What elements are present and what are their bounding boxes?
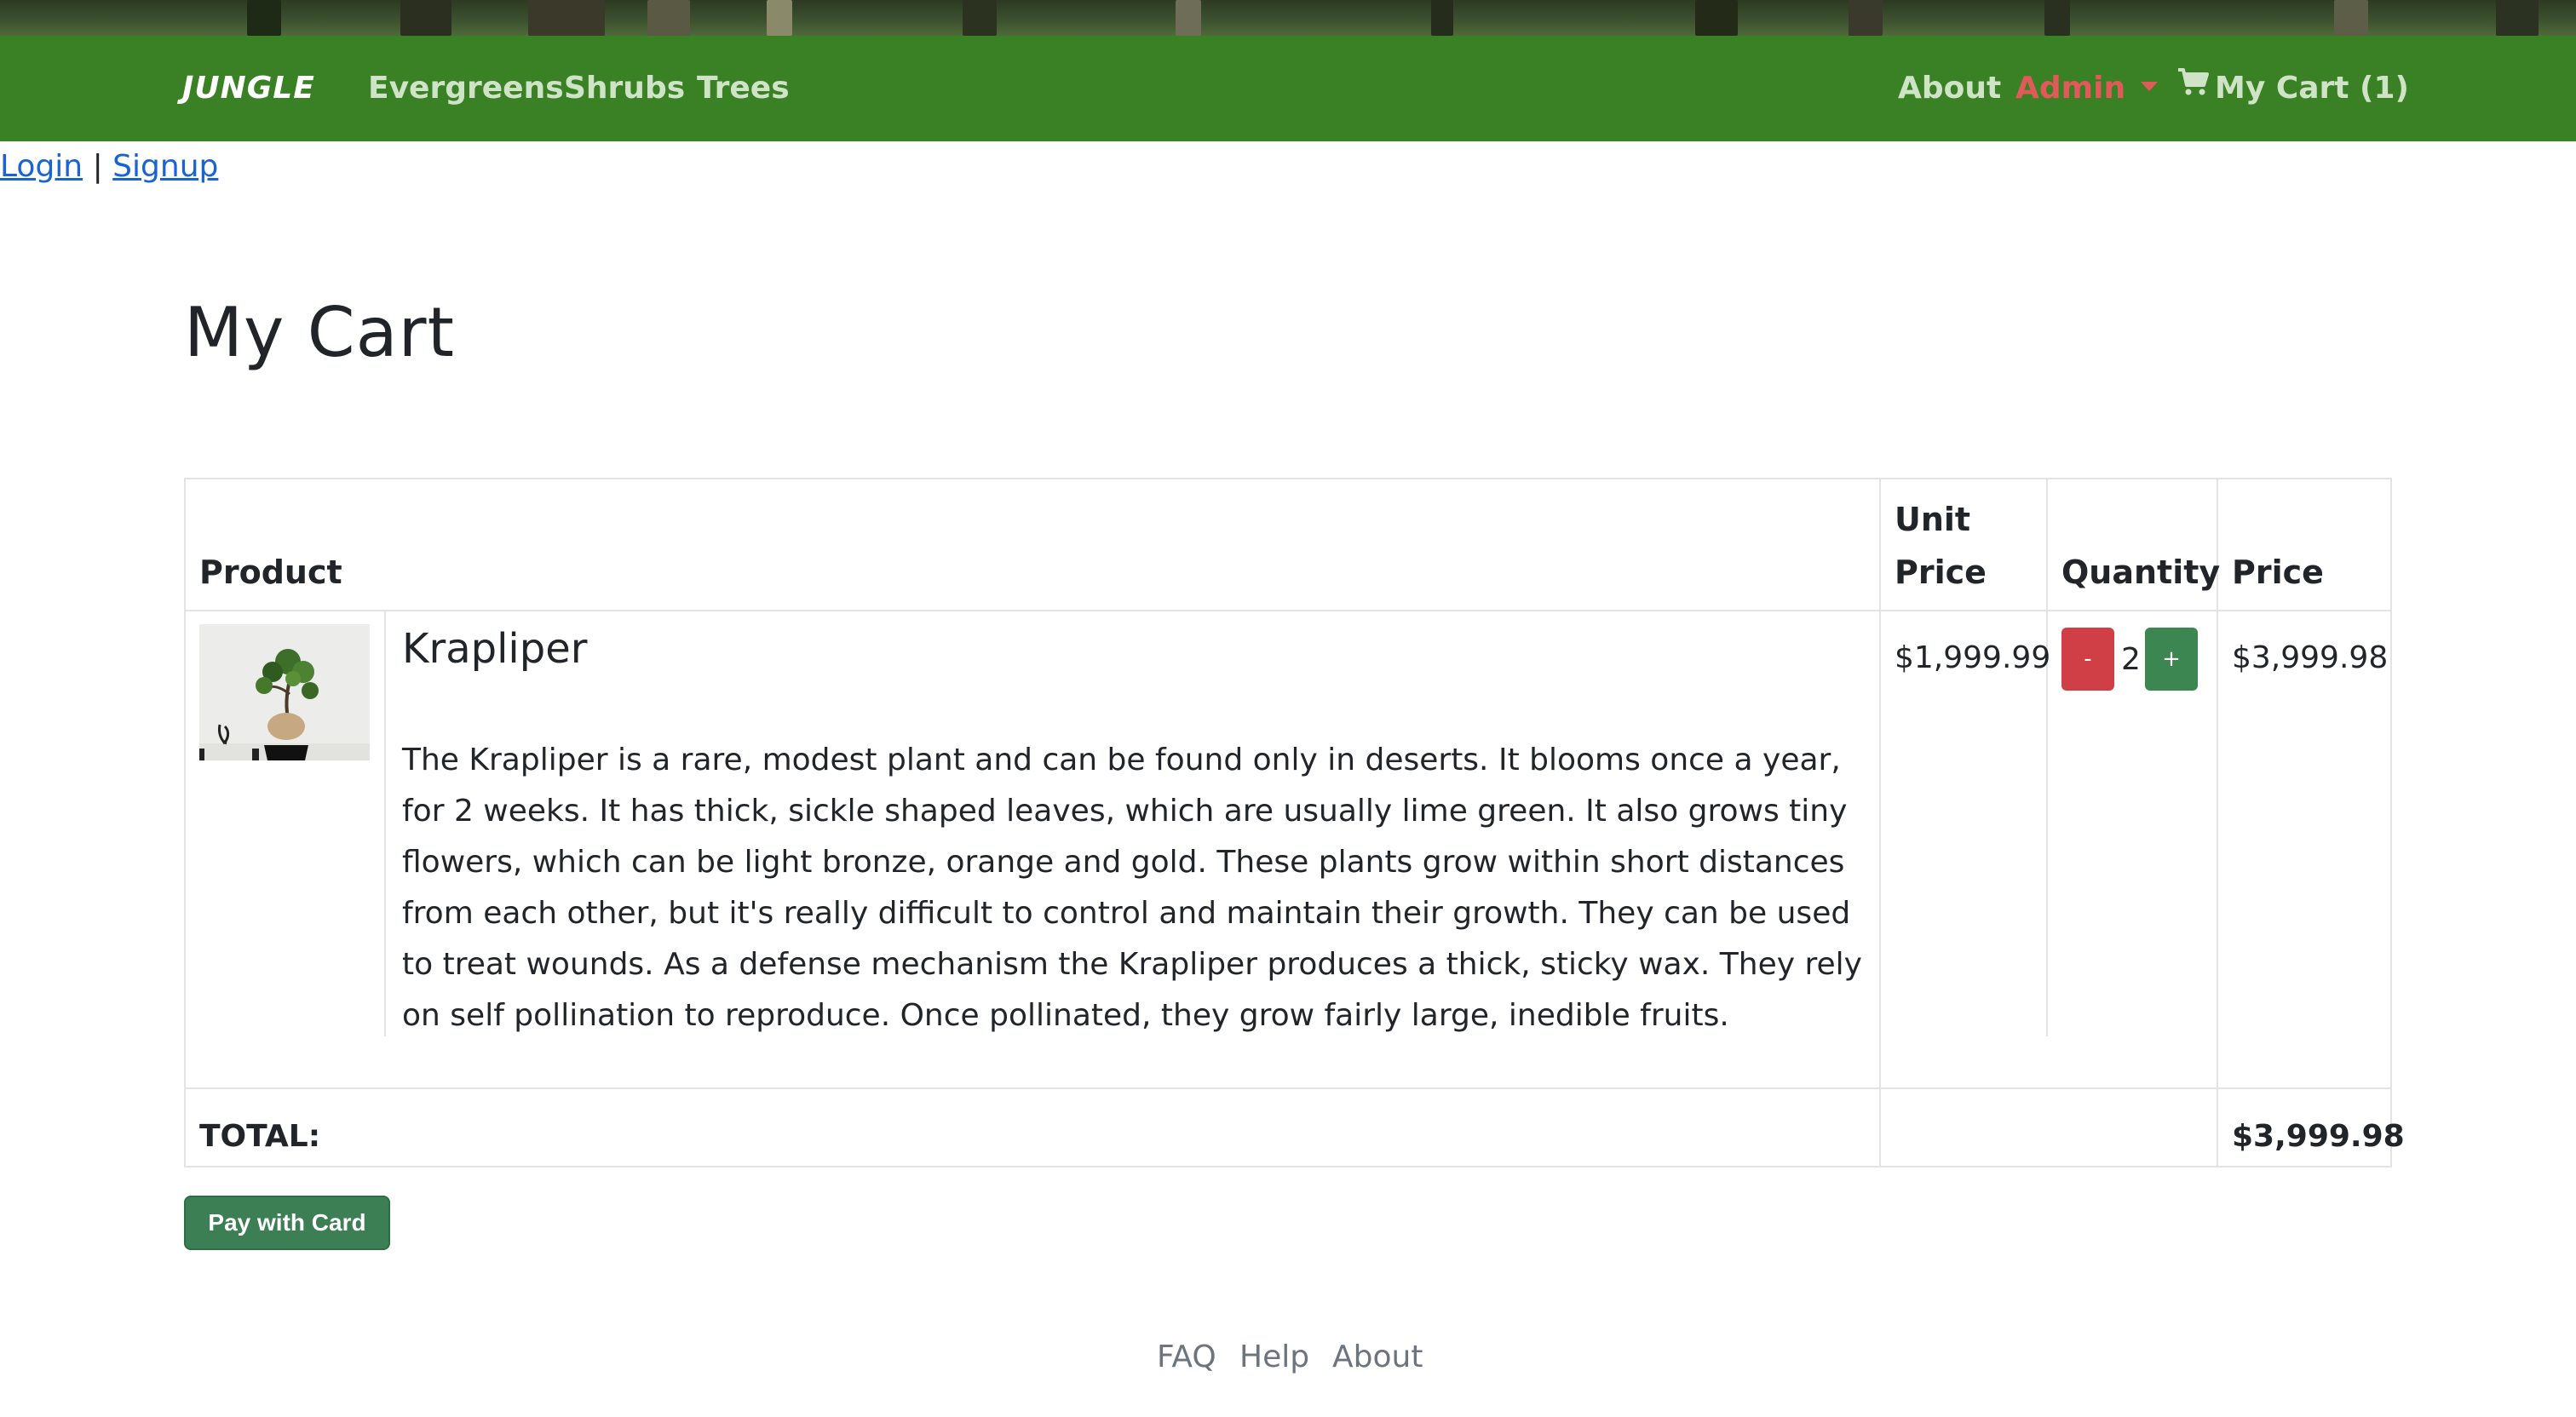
admin-dropdown-toggle[interactable]: Admin [2015, 66, 2159, 111]
signup-link[interactable]: Signup [112, 149, 218, 184]
banner-tree-trunk [1431, 0, 1453, 36]
footer-link-help[interactable]: Help [1239, 1334, 1309, 1381]
chevron-down-icon [2141, 81, 2159, 91]
banner-tree-trunk [528, 0, 605, 36]
unit-price: $1,999.99 [1895, 640, 2051, 675]
footer-link-faq[interactable]: FAQ [1157, 1334, 1216, 1381]
table-divider [1879, 479, 1881, 1166]
column-header-product: Product [199, 554, 342, 591]
page-title: My Cart [184, 293, 455, 372]
banner-tree-trunk [2044, 0, 2070, 36]
auth-separator: | [92, 149, 103, 184]
nav-link-evergreens[interactable]: Evergreens [368, 66, 564, 111]
banner-tree-trunk [2334, 0, 2368, 36]
total-value: $3,999.98 [2232, 1119, 2405, 1154]
banner-tree-trunk [1176, 0, 1201, 36]
banner-tree-trunk [247, 0, 281, 36]
nav-link-about[interactable]: About [1898, 66, 2001, 111]
footer-link-about[interactable]: About [1332, 1334, 1423, 1381]
banner-tree-trunk [400, 0, 451, 36]
auth-links: Login | Signup [0, 146, 218, 187]
banner-tree-trunk [647, 0, 690, 36]
banner-tree-trunk [1695, 0, 1738, 36]
column-header-price: Price [2232, 554, 2324, 591]
column-header-quantity: Quantity [2061, 554, 2221, 591]
cart-table: Product Unit Price Quantity Price Krapli… [184, 478, 2405, 1167]
banner-tree-trunk [2496, 0, 2539, 36]
table-divider [186, 1087, 2390, 1089]
top-navbar: JUNGLE Evergreens Shrubs Trees About Adm… [0, 36, 2576, 141]
login-link[interactable]: Login [0, 149, 83, 184]
column-header-unit-price-line1: Unit [1895, 501, 1971, 538]
product-name: Krapliper [402, 625, 588, 673]
total-label: TOTAL: [199, 1119, 321, 1154]
table-divider [186, 610, 2390, 611]
product-description: The Krapliper is a rare, modest plant an… [402, 743, 1862, 1033]
nav-link-shrubs[interactable]: Shrubs [564, 66, 685, 111]
nav-link-my-cart[interactable]: My Cart (1) [2177, 66, 2409, 111]
increase-quantity-button[interactable]: + [2145, 628, 2198, 691]
admin-label: Admin [2015, 71, 2126, 106]
quantity-value: 2 [2121, 642, 2141, 677]
header-banner-image [0, 0, 2576, 36]
table-divider [2046, 479, 2048, 1036]
banner-tree-trunk [767, 0, 792, 36]
table-divider [384, 611, 386, 1036]
nav-link-trees[interactable]: Trees [697, 66, 790, 111]
line-price: $3,999.98 [2232, 640, 2389, 675]
banner-tree-trunk [963, 0, 997, 36]
pay-with-card-button[interactable]: Pay with Card [184, 1196, 390, 1250]
product-thumbnail [199, 624, 370, 760]
decrease-quantity-button[interactable]: - [2061, 628, 2114, 691]
banner-tree-trunk [1849, 0, 1883, 36]
shopping-cart-icon [2177, 65, 2210, 109]
column-header-unit-price-line2: Price [1895, 554, 1987, 591]
cart-link-label: My Cart (1) [2215, 71, 2409, 106]
brand-logo-link[interactable]: JUNGLE [182, 66, 315, 111]
